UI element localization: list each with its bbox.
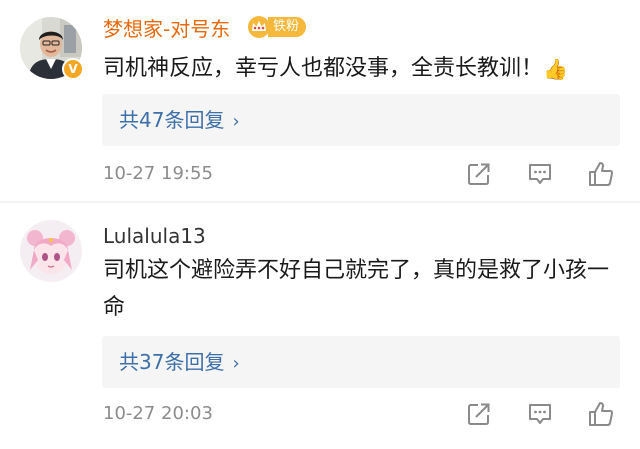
comment-text: 司机神反应，幸亏人也都没事，全责长教训！👍 bbox=[103, 50, 613, 88]
replies-count-label: 共37条回复 bbox=[119, 350, 225, 374]
share-icon[interactable] bbox=[465, 160, 493, 188]
replies-label-wrap: 共37条回复 › bbox=[119, 336, 240, 390]
fan-badge: 铁粉 bbox=[246, 15, 307, 39]
replies-link[interactable]: 共47条回复 › bbox=[102, 94, 620, 146]
comment-item: Lulalula13 司机这个避险弄不好自己就完了，真的是救了小孩一命 共37条… bbox=[0, 203, 640, 449]
chevron-right-icon: › bbox=[232, 353, 240, 374]
comment-body: 司机神反应，幸亏人也都没事，全责长教训！ bbox=[103, 56, 544, 81]
timestamp: 10-27 20:03 bbox=[103, 403, 213, 424]
thumbs-up-icon[interactable] bbox=[587, 160, 615, 188]
comment-icon[interactable] bbox=[526, 160, 554, 188]
thumbs-up-emoji: 👍 bbox=[543, 57, 568, 81]
replies-count-label: 共47条回复 bbox=[119, 108, 225, 132]
username[interactable]: 梦想家-对号东 bbox=[103, 16, 230, 42]
crown-icon bbox=[246, 15, 272, 39]
replies-link[interactable]: 共37条回复 › bbox=[102, 336, 620, 388]
fan-badge-label: 铁粉 bbox=[268, 17, 307, 37]
comment-icon[interactable] bbox=[526, 400, 554, 428]
share-icon[interactable] bbox=[465, 400, 493, 428]
verified-badge-icon: V bbox=[62, 58, 84, 80]
username[interactable]: Lulalula13 bbox=[103, 223, 206, 249]
comment-item: V 梦想家-对号东 铁粉 司机神反应，幸亏人也都没事，全责长教训！👍 共47条回… bbox=[0, 0, 640, 200]
timestamp: 10-27 19:55 bbox=[103, 163, 213, 184]
avatar[interactable] bbox=[20, 220, 82, 282]
chevron-right-icon: › bbox=[232, 111, 240, 132]
comment-text: 司机这个避险弄不好自己就完了，真的是救了小孩一命 bbox=[103, 258, 610, 320]
replies-label-wrap: 共47条回复 › bbox=[119, 94, 240, 148]
thumbs-up-icon[interactable] bbox=[587, 400, 615, 428]
comment-list: V 梦想家-对号东 铁粉 司机神反应，幸亏人也都没事，全责长教训！👍 共47条回… bbox=[0, 0, 640, 449]
